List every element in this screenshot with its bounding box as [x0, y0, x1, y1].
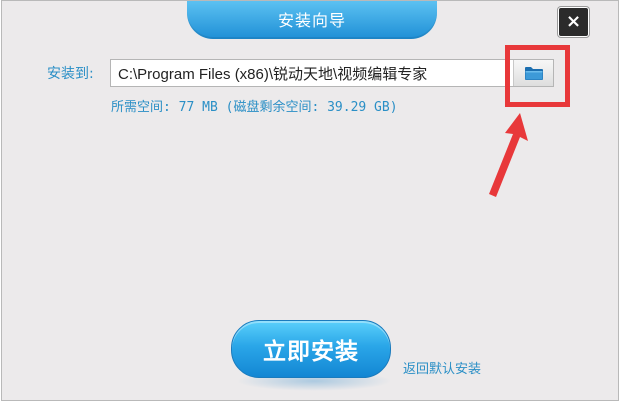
installer-window: 安装向导 × 安装到: 所需空间: 77 MB (磁盘剩余空间: 39.29 G… — [1, 0, 619, 401]
close-icon: × — [565, 11, 582, 32]
close-button[interactable]: × — [558, 7, 589, 37]
install-now-label: 立即安装 — [263, 339, 359, 365]
annotation-arrow — [489, 113, 528, 197]
install-path-input[interactable] — [111, 60, 521, 86]
space-info-text: 所需空间: 77 MB (磁盘剩余空间: 39.29 GB) — [111, 100, 398, 115]
install-path-label: 安装到: — [47, 66, 94, 82]
install-path-field[interactable] — [110, 59, 554, 87]
title-tab: 安装向导 — [187, 1, 437, 39]
annotation-highlight-box — [505, 45, 570, 107]
back-default-install-link[interactable]: 返回默认安装 — [403, 358, 481, 377]
window-title: 安装向导 — [277, 11, 346, 30]
install-now-button[interactable]: 立即安装 — [231, 320, 391, 378]
